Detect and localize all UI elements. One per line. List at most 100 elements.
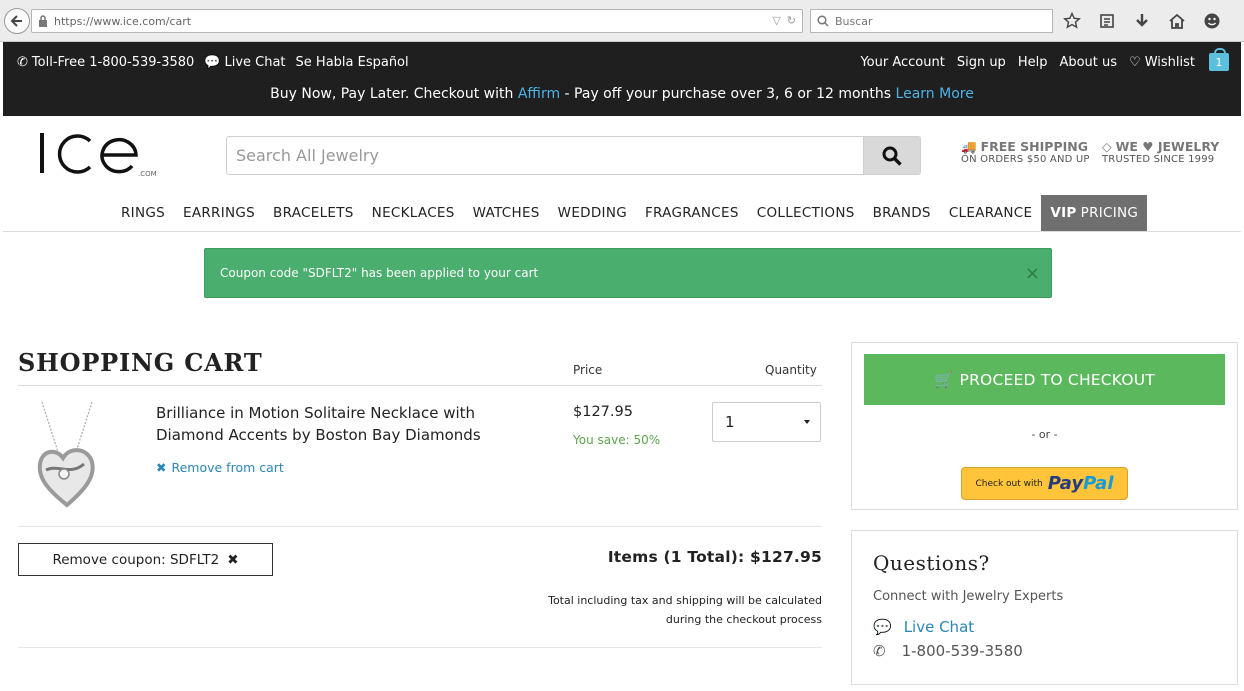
ice-logo[interactable]: .COM: [40, 130, 160, 180]
home-icon[interactable]: [1167, 11, 1187, 31]
nav-collections[interactable]: COLLECTIONS: [748, 195, 864, 231]
site-search-button[interactable]: [863, 137, 920, 174]
cart-divider: [18, 526, 822, 527]
free-shipping-badge: 🚚 FREE SHIPPING ON ORDERS $50 AND UP: [961, 140, 1090, 166]
shopping-cart-icon: 🛒: [934, 370, 954, 389]
dropdown-icon[interactable]: ▽: [772, 14, 780, 27]
product-image[interactable]: [30, 400, 104, 510]
top-bar: ✆ Toll-Free 1-800-539-3580 💬 Live Chat S…: [3, 42, 1241, 116]
address-url: https://www.ice.com/cart: [54, 14, 192, 28]
heart-icon: ♡: [1129, 54, 1141, 70]
we-love-jewelry-title: WE ♥ JEWELRY: [1115, 139, 1220, 154]
quantity-select[interactable]: 1: [712, 402, 821, 442]
nav-wedding[interactable]: WEDDING: [549, 195, 636, 231]
address-bar[interactable]: https://www.ice.com/cart ▽ ↻: [31, 9, 803, 33]
reload-icon[interactable]: ↻: [787, 14, 796, 27]
wishlist-text: Wishlist: [1144, 54, 1195, 70]
savings-text: You save: 50%: [573, 433, 661, 447]
questions-phone[interactable]: ✆ 1-800-539-3580: [873, 642, 1023, 660]
coupon-alert-message: Coupon code "SDFLT2" has been applied to…: [220, 266, 539, 280]
nav-bracelets[interactable]: BRACELETS: [264, 195, 363, 231]
nav-vip-pricing[interactable]: VIP PRICING: [1041, 195, 1148, 231]
site-search-input[interactable]: Search All Jewelry: [227, 137, 863, 174]
caret-down-icon: [804, 420, 810, 424]
browser-search-placeholder: Buscar: [835, 14, 873, 28]
promo-prefix: Buy Now, Pay Later. Checkout with: [270, 86, 518, 102]
close-icon: ✖: [227, 551, 239, 568]
live-chat-link[interactable]: 💬 Live Chat: [204, 55, 285, 70]
browser-toolbar: https://www.ice.com/cart ▽ ↻ Buscar: [0, 0, 1244, 42]
nav-brands[interactable]: BRANDS: [864, 195, 940, 231]
sign-up-link[interactable]: Sign up: [957, 55, 1006, 70]
site-search-placeholder: Search All Jewelry: [236, 146, 379, 165]
learn-more-link[interactable]: Learn More: [896, 86, 974, 102]
checkout-panel: 🛒 PROCEED TO CHECKOUT - or - Check out w…: [851, 342, 1238, 510]
remove-coupon-button[interactable]: Remove coupon: SDFLT2 ✖: [18, 543, 273, 576]
paypal-logo-pay: Pay: [1047, 473, 1084, 494]
coupon-alert: Coupon code "SDFLT2" has been applied to…: [204, 248, 1052, 298]
logo-suffix: .COM: [138, 170, 157, 178]
browser-search-input[interactable]: Buscar: [810, 9, 1053, 33]
price-header: Price: [573, 363, 603, 377]
about-us-link[interactable]: About us: [1059, 55, 1117, 70]
proceed-to-checkout-button[interactable]: 🛒 PROCEED TO CHECKOUT: [864, 354, 1225, 405]
spanish-link[interactable]: Se Habla Español: [296, 55, 409, 70]
cart-divider: [18, 647, 822, 648]
download-icon[interactable]: [1132, 11, 1152, 31]
truck-icon: 🚚: [961, 139, 977, 154]
back-arrow-icon: [10, 15, 22, 27]
lock-icon: [39, 15, 47, 27]
search-icon: [882, 146, 902, 166]
toll-free-link[interactable]: ✆ Toll-Free 1-800-539-3580: [17, 55, 194, 70]
nav-necklaces[interactable]: NECKLACES: [363, 195, 464, 231]
paypal-small-text: Check out with: [975, 478, 1043, 489]
trusted-since-text: TRUSTED SINCE 1999: [1102, 154, 1215, 165]
back-button[interactable]: [4, 8, 30, 34]
questions-live-chat-text: Live Chat: [903, 618, 975, 636]
nav-fragrances[interactable]: FRAGRANCES: [636, 195, 748, 231]
help-link[interactable]: Help: [1018, 55, 1048, 70]
affirm-link[interactable]: Affirm: [518, 86, 560, 102]
spanish-text: Se Habla Español: [295, 54, 409, 70]
chat-icon: 💬: [204, 54, 221, 70]
total-note-line1: Total including tax and shipping will be…: [548, 594, 822, 607]
bookmark-star-icon[interactable]: [1062, 11, 1082, 31]
search-icon: [817, 15, 829, 27]
proceed-to-checkout-text: PROCEED TO CHECKOUT: [959, 370, 1155, 389]
remove-from-cart-text: Remove from cart: [171, 460, 284, 475]
questions-panel: Questions? Connect with Jewelry Experts …: [851, 530, 1238, 685]
reading-list-icon[interactable]: [1097, 11, 1117, 31]
cart-bag-icon[interactable]: 1: [1209, 48, 1229, 71]
page-title: SHOPPING CART: [18, 348, 263, 377]
free-shipping-title: FREE SHIPPING: [980, 139, 1088, 154]
diamond-icon: ◇: [1102, 139, 1112, 154]
smiley-icon[interactable]: [1202, 11, 1222, 31]
wishlist-link[interactable]: ♡ Wishlist: [1129, 55, 1195, 70]
cart-divider: [18, 385, 822, 386]
paypal-checkout-button[interactable]: Check out with Pay Pal: [961, 467, 1128, 500]
nav-rings[interactable]: RINGS: [112, 195, 174, 231]
nav-earrings[interactable]: EARRINGS: [174, 195, 264, 231]
site-search[interactable]: Search All Jewelry: [226, 136, 921, 175]
we-love-jewelry-badge: ◇ WE ♥ JEWELRY TRUSTED SINCE 1999: [1102, 140, 1219, 166]
remove-x-icon: ✖: [156, 460, 167, 475]
total-note-line2: during the checkout process: [665, 613, 822, 626]
your-account-link[interactable]: Your Account: [860, 55, 944, 70]
nav-watches[interactable]: WATCHES: [464, 195, 549, 231]
close-icon[interactable]: ×: [1025, 263, 1040, 284]
quantity-header: Quantity: [765, 363, 817, 377]
remove-from-cart-link[interactable]: ✖ Remove from cart: [156, 460, 284, 475]
paypal-logo-pal: Pal: [1083, 473, 1114, 494]
phone-icon: ✆: [873, 642, 886, 660]
chat-icon: 💬: [873, 618, 892, 636]
or-divider-text: - or -: [1031, 428, 1058, 441]
vip-bold: VIP: [1050, 205, 1077, 221]
questions-live-chat-link[interactable]: 💬 Live Chat: [873, 618, 974, 636]
questions-subtitle: Connect with Jewelry Experts: [873, 589, 1064, 604]
quantity-value: 1: [725, 413, 735, 431]
promo-banner: Buy Now, Pay Later. Checkout with Affirm…: [3, 86, 1241, 102]
questions-title: Questions?: [873, 551, 990, 575]
product-name-link[interactable]: Brilliance in Motion Solitaire Necklace …: [156, 402, 516, 446]
vip-rest: PRICING: [1080, 205, 1139, 221]
nav-clearance[interactable]: CLEARANCE: [940, 195, 1042, 231]
